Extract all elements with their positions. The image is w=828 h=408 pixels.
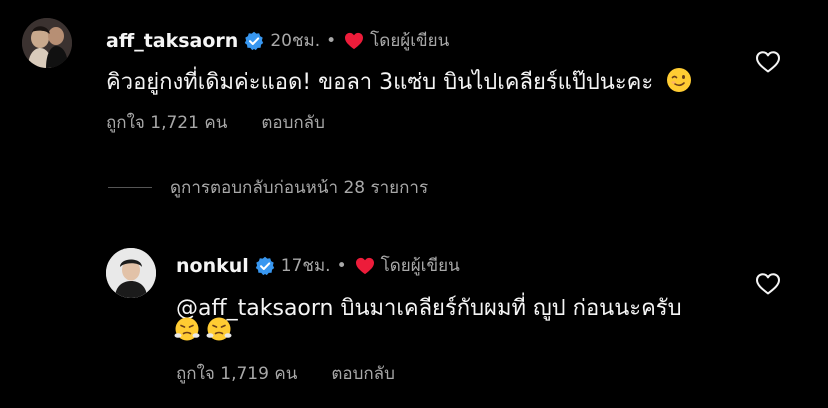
by-author-label: โดยผู้เขียน [370, 31, 450, 51]
comment-text: คิวอยู่กงที่เดิมค่ะแอด! ขอลา 3แซ่บ บินไป… [106, 70, 654, 95]
divider-line [108, 187, 152, 188]
timestamp: 17ชม. [280, 256, 331, 276]
username[interactable]: aff_taksaorn [106, 30, 238, 52]
like-heart-outline-icon[interactable] [755, 272, 781, 296]
reply-button[interactable]: ตอบกลับ [261, 109, 325, 136]
avatar-photo-icon [22, 18, 72, 68]
emoji-row [174, 316, 232, 342]
by-author-label: โดยผู้เขียน [380, 256, 460, 276]
reply-button[interactable]: ตอบกลับ [331, 360, 395, 387]
like-count[interactable]: ถูกใจ 1,719 คน [176, 360, 297, 387]
timestamp: 20ชม. [270, 31, 321, 51]
author-liked-heart-icon [355, 257, 374, 274]
face-with-steam-icon [206, 317, 232, 341]
avatar-photo-icon [106, 248, 156, 298]
avatar[interactable] [106, 248, 156, 298]
author-liked-heart-icon [345, 32, 364, 49]
avatar[interactable] [22, 18, 72, 68]
face-with-steam-icon [174, 317, 200, 341]
comment-text: @aff_taksaorn บินมาเคลียร์กับผมที่ ญูป ก… [176, 296, 682, 321]
view-previous-replies-button[interactable]: ดูการตอบกลับก่อนหน้า 28 รายการ [108, 174, 428, 201]
like-count[interactable]: ถูกใจ 1,721 คน [106, 109, 227, 136]
winking-face-icon [667, 68, 692, 92]
separator-dot: • [336, 255, 347, 276]
verified-badge-icon [245, 31, 264, 50]
username[interactable]: nonkul [176, 255, 249, 277]
like-heart-outline-icon[interactable] [755, 50, 781, 74]
view-replies-label: ดูการตอบกลับก่อนหน้า 28 รายการ [170, 178, 429, 198]
comment-text-row: คิวอยู่กงที่เดิมค่ะแอด! ขอลา 3แซ่บ บินไป… [106, 64, 692, 99]
verified-badge-icon [255, 256, 274, 275]
separator-dot: • [326, 30, 337, 51]
